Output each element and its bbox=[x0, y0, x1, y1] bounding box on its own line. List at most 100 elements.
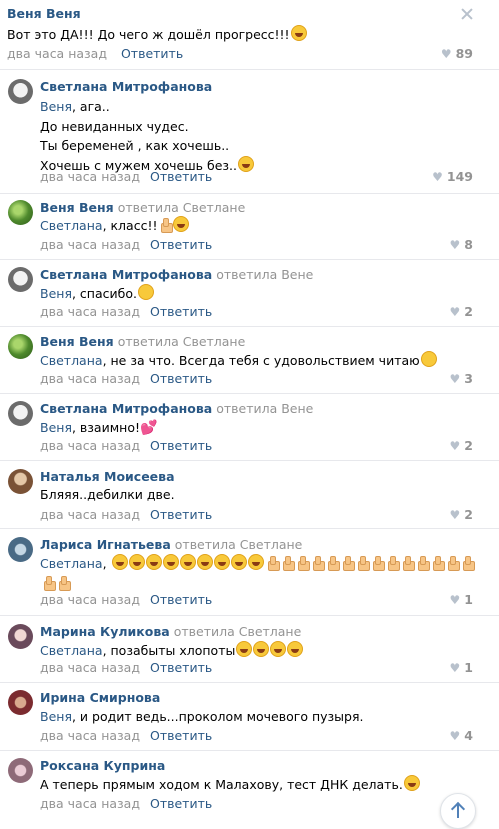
comment-text: А теперь прямым ходом к Малахову, тест Д… bbox=[40, 777, 403, 792]
heart-icon: ♥ bbox=[449, 729, 461, 743]
author-name[interactable]: Светлана Митрофанова bbox=[40, 267, 212, 282]
comment-text: , не за что. Всегда тебя с удовольствием… bbox=[102, 353, 420, 368]
like-button[interactable]: ♥ 2 bbox=[450, 507, 473, 522]
avatar[interactable] bbox=[8, 401, 33, 426]
reply-to-link[interactable]: Веня bbox=[40, 286, 72, 301]
list-item: Марина Куликова ответила Светлане Светлан… bbox=[0, 616, 499, 683]
avatar[interactable] bbox=[8, 200, 33, 225]
timestamp: два часа назад bbox=[40, 237, 140, 252]
comment-text: , класс!! bbox=[102, 218, 158, 233]
list-item: Веня Веня ответила Светлане Светлана, кла… bbox=[0, 194, 499, 260]
thumbs-up-emoji-icon bbox=[355, 556, 370, 571]
reply-button[interactable]: Ответить bbox=[150, 304, 212, 319]
timestamp: два часа назад bbox=[40, 507, 140, 522]
heart-emoji-icon: 💕 bbox=[139, 420, 158, 436]
comment-text: Вот это ДА!!! До чего ж дошёл прогресс!!… bbox=[7, 25, 307, 42]
reply-button[interactable]: Ответить bbox=[150, 728, 212, 743]
like-count: 3 bbox=[464, 371, 473, 386]
thumbs-up-emoji-icon bbox=[265, 556, 280, 571]
avatar[interactable] bbox=[8, 79, 33, 104]
reply-button[interactable]: Ответить bbox=[150, 438, 212, 453]
like-button[interactable]: ♥ 1 bbox=[450, 660, 473, 675]
reply-button[interactable]: Ответить bbox=[121, 46, 183, 61]
like-button[interactable]: ♥ 1 bbox=[450, 592, 473, 607]
like-button[interactable]: ♥ 89 bbox=[441, 46, 473, 61]
laugh-emoji-icon bbox=[236, 641, 253, 657]
grin-emoji-icon bbox=[213, 554, 230, 570]
avatar[interactable] bbox=[8, 334, 33, 359]
comment-text: Ты беременей , как хочешь.. bbox=[40, 138, 230, 153]
heart-icon: ♥ bbox=[449, 305, 461, 319]
thumbs-up-emoji-icon bbox=[158, 218, 174, 233]
reply-context: ответила Вене bbox=[216, 401, 314, 416]
reply-to-link[interactable]: Светлана bbox=[40, 643, 103, 658]
author-name[interactable]: Веня Веня bbox=[7, 6, 81, 21]
reply-button[interactable]: Ответить bbox=[150, 371, 212, 386]
like-count: 149 bbox=[446, 169, 473, 184]
grin-emoji-icon bbox=[196, 554, 213, 570]
timestamp: два часа назад bbox=[40, 371, 140, 386]
avatar[interactable] bbox=[8, 537, 33, 562]
top-comment: Веня Веня Вот это ДА!!! До чего ж дошёл … bbox=[0, 0, 499, 70]
list-item: Ирина Смирнова Веня, и родит ведь...прок… bbox=[0, 683, 499, 751]
like-button[interactable]: ♥ 2 bbox=[450, 304, 473, 319]
reply-button[interactable]: Ответить bbox=[150, 237, 212, 252]
avatar[interactable] bbox=[8, 690, 33, 715]
grin-emoji-icon bbox=[230, 554, 247, 570]
thumbs-up-emoji-icon bbox=[41, 575, 56, 591]
author-name[interactable]: Светлана Митрофанова bbox=[40, 79, 212, 94]
like-count: 4 bbox=[464, 728, 473, 743]
author-name[interactable]: Марина Куликова bbox=[40, 624, 170, 639]
heart-icon: ♥ bbox=[449, 661, 461, 675]
comment-text: Бляяя..дебилки две. bbox=[40, 487, 175, 502]
reply-button[interactable]: Ответить bbox=[150, 169, 212, 184]
author-name[interactable]: Веня Веня bbox=[40, 200, 114, 215]
reply-button[interactable]: Ответить bbox=[150, 660, 212, 675]
thumbs-up-emoji-icon bbox=[460, 556, 475, 571]
thumbs-up-emoji-icon bbox=[340, 556, 355, 571]
reply-context: ответила Светлане bbox=[174, 537, 303, 552]
timestamp: два часа назад bbox=[40, 796, 140, 811]
heart-icon: ♥ bbox=[449, 439, 461, 453]
avatar[interactable] bbox=[8, 267, 33, 292]
reply-to-link[interactable]: Светлана bbox=[40, 353, 103, 368]
reply-context: ответила Светлане bbox=[117, 200, 246, 215]
thumbs-up-emoji-icon bbox=[385, 556, 400, 571]
reply-to-link[interactable]: Веня bbox=[40, 709, 72, 724]
author-name[interactable]: Веня Веня bbox=[40, 334, 114, 349]
author-name[interactable]: Светлана Митрофанова bbox=[40, 401, 212, 416]
like-button[interactable]: ♥ 4 bbox=[450, 728, 473, 743]
author-name[interactable]: Лариса Игнатьева bbox=[40, 537, 171, 552]
reply-to-link[interactable]: Светлана bbox=[40, 218, 103, 233]
avatar[interactable] bbox=[8, 624, 33, 649]
reply-to-link[interactable]: Веня bbox=[40, 99, 72, 114]
author-name[interactable]: Ирина Смирнова bbox=[40, 690, 160, 705]
list-item: Наталья Моисеева Бляяя..дебилки две. два… bbox=[0, 461, 499, 529]
timestamp: два часа назад bbox=[40, 660, 140, 675]
thumbs-up-emoji-icon bbox=[370, 556, 385, 571]
thumbs-up-emoji-icon bbox=[430, 556, 445, 571]
reply-context: ответила Вене bbox=[216, 267, 314, 282]
reply-to-link[interactable]: Веня bbox=[40, 420, 72, 435]
thumbs-up-emoji-icon bbox=[400, 556, 415, 571]
reply-button[interactable]: Ответить bbox=[150, 507, 212, 522]
author-name[interactable]: Роксана Куприна bbox=[40, 758, 165, 773]
reply-button[interactable]: Ответить bbox=[150, 796, 212, 811]
comment-text: До невиданных чудес. bbox=[40, 118, 189, 134]
list-item: Светлана Митрофанова ответила Вене Веня, … bbox=[0, 394, 499, 461]
reply-button[interactable]: Ответить bbox=[150, 592, 212, 607]
timestamp: два часа назад bbox=[40, 304, 140, 319]
close-icon[interactable] bbox=[461, 8, 473, 20]
like-button[interactable]: ♥ 2 bbox=[450, 438, 473, 453]
comment-text: , взаимно! bbox=[71, 420, 140, 435]
arrow-up-icon[interactable] bbox=[440, 793, 476, 829]
author-name[interactable]: Наталья Моисеева bbox=[40, 469, 175, 484]
reply-to-link[interactable]: Светлана bbox=[40, 556, 103, 571]
like-button[interactable]: ♥ 3 bbox=[450, 371, 473, 386]
like-button[interactable]: ♥ 149 bbox=[432, 169, 473, 184]
thumbs-up-emoji-icon bbox=[325, 556, 340, 571]
avatar[interactable] bbox=[8, 469, 33, 494]
avatar[interactable] bbox=[8, 758, 33, 783]
grin-emoji-icon bbox=[179, 554, 196, 570]
like-button[interactable]: ♥ 8 bbox=[450, 237, 473, 252]
